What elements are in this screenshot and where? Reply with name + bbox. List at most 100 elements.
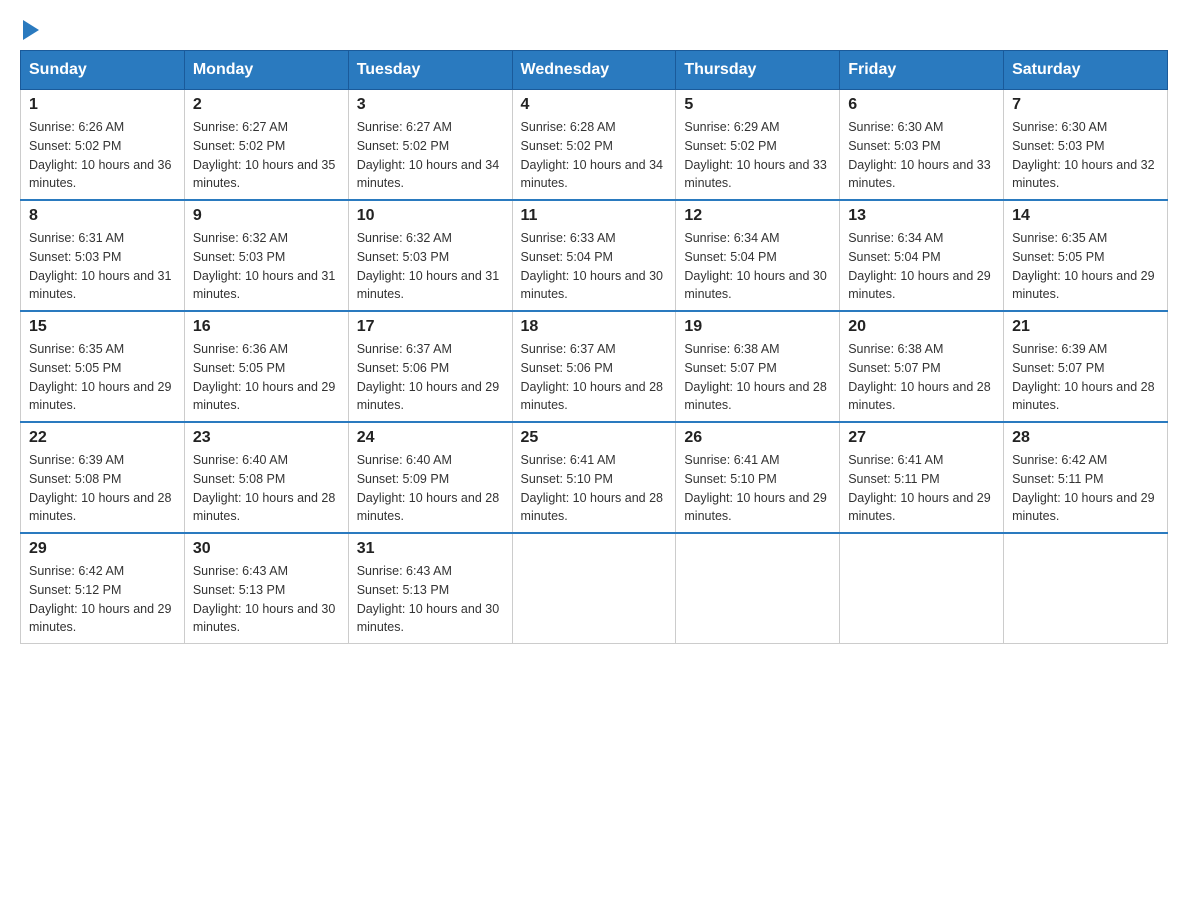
calendar-cell: 2 Sunrise: 6:27 AMSunset: 5:02 PMDaylight… — [184, 90, 348, 201]
day-info: Sunrise: 6:40 AMSunset: 5:08 PMDaylight:… — [193, 451, 340, 526]
calendar-cell: 29 Sunrise: 6:42 AMSunset: 5:12 PMDayligh… — [21, 533, 185, 644]
calendar-cell: 23 Sunrise: 6:40 AMSunset: 5:08 PMDayligh… — [184, 422, 348, 533]
calendar-cell: 26 Sunrise: 6:41 AMSunset: 5:10 PMDayligh… — [676, 422, 840, 533]
day-info: Sunrise: 6:34 AMSunset: 5:04 PMDaylight:… — [684, 229, 831, 304]
day-number: 16 — [193, 318, 340, 336]
calendar-cell: 7 Sunrise: 6:30 AMSunset: 5:03 PMDaylight… — [1004, 90, 1168, 201]
page-header — [20, 20, 1168, 40]
calendar-week-row: 1 Sunrise: 6:26 AMSunset: 5:02 PMDaylight… — [21, 90, 1168, 201]
day-number: 15 — [29, 318, 176, 336]
calendar-cell: 27 Sunrise: 6:41 AMSunset: 5:11 PMDayligh… — [840, 422, 1004, 533]
calendar-cell: 8 Sunrise: 6:31 AMSunset: 5:03 PMDaylight… — [21, 200, 185, 311]
day-number: 14 — [1012, 207, 1159, 225]
day-number: 25 — [521, 429, 668, 447]
calendar-cell: 20 Sunrise: 6:38 AMSunset: 5:07 PMDayligh… — [840, 311, 1004, 422]
calendar-week-row: 8 Sunrise: 6:31 AMSunset: 5:03 PMDaylight… — [21, 200, 1168, 311]
day-number: 6 — [848, 96, 995, 114]
day-info: Sunrise: 6:33 AMSunset: 5:04 PMDaylight:… — [521, 229, 668, 304]
day-number: 10 — [357, 207, 504, 225]
logo-arrow-icon — [23, 20, 39, 40]
day-number: 11 — [521, 207, 668, 225]
calendar-cell: 11 Sunrise: 6:33 AMSunset: 5:04 PMDayligh… — [512, 200, 676, 311]
day-info: Sunrise: 6:32 AMSunset: 5:03 PMDaylight:… — [193, 229, 340, 304]
calendar-day-header: Thursday — [676, 51, 840, 90]
calendar-cell: 18Sunrise: 6:37 AMSunset: 5:06 PMDayligh… — [512, 311, 676, 422]
calendar-cell — [676, 533, 840, 644]
day-info: Sunrise: 6:42 AMSunset: 5:12 PMDaylight:… — [29, 562, 176, 637]
calendar-cell: 21Sunrise: 6:39 AMSunset: 5:07 PMDayligh… — [1004, 311, 1168, 422]
day-number: 4 — [521, 96, 668, 114]
day-info: Sunrise: 6:35 AMSunset: 5:05 PMDaylight:… — [29, 340, 176, 415]
day-number: 29 — [29, 540, 176, 558]
day-info: Sunrise: 6:36 AMSunset: 5:05 PMDaylight:… — [193, 340, 340, 415]
day-info: Sunrise: 6:27 AMSunset: 5:02 PMDaylight:… — [193, 118, 340, 193]
calendar-cell: 19 Sunrise: 6:38 AMSunset: 5:07 PMDayligh… — [676, 311, 840, 422]
day-info: Sunrise: 6:30 AMSunset: 5:03 PMDaylight:… — [1012, 118, 1159, 193]
calendar-cell: 28 Sunrise: 6:42 AMSunset: 5:11 PMDayligh… — [1004, 422, 1168, 533]
day-info: Sunrise: 6:31 AMSunset: 5:03 PMDaylight:… — [29, 229, 176, 304]
calendar-cell: 12 Sunrise: 6:34 AMSunset: 5:04 PMDayligh… — [676, 200, 840, 311]
day-info: Sunrise: 6:26 AMSunset: 5:02 PMDaylight:… — [29, 118, 176, 193]
calendar-week-row: 15 Sunrise: 6:35 AMSunset: 5:05 PMDayligh… — [21, 311, 1168, 422]
day-number: 13 — [848, 207, 995, 225]
day-number: 28 — [1012, 429, 1159, 447]
calendar-cell: 6Sunrise: 6:30 AMSunset: 5:03 PMDaylight… — [840, 90, 1004, 201]
calendar-day-header: Sunday — [21, 51, 185, 90]
calendar-cell: 16 Sunrise: 6:36 AMSunset: 5:05 PMDayligh… — [184, 311, 348, 422]
day-number: 24 — [357, 429, 504, 447]
day-info: Sunrise: 6:42 AMSunset: 5:11 PMDaylight:… — [1012, 451, 1159, 526]
day-info: Sunrise: 6:41 AMSunset: 5:10 PMDaylight:… — [684, 451, 831, 526]
day-info: Sunrise: 6:37 AMSunset: 5:06 PMDaylight:… — [357, 340, 504, 415]
day-info: Sunrise: 6:32 AMSunset: 5:03 PMDaylight:… — [357, 229, 504, 304]
logo — [20, 20, 39, 40]
day-info: Sunrise: 6:41 AMSunset: 5:10 PMDaylight:… — [521, 451, 668, 526]
day-info: Sunrise: 6:39 AMSunset: 5:08 PMDaylight:… — [29, 451, 176, 526]
day-number: 2 — [193, 96, 340, 114]
calendar-cell — [840, 533, 1004, 644]
calendar-cell: 13 Sunrise: 6:34 AMSunset: 5:04 PMDayligh… — [840, 200, 1004, 311]
day-info: Sunrise: 6:43 AMSunset: 5:13 PMDaylight:… — [357, 562, 504, 637]
calendar-cell: 4 Sunrise: 6:28 AMSunset: 5:02 PMDaylight… — [512, 90, 676, 201]
calendar-cell: 9Sunrise: 6:32 AMSunset: 5:03 PMDaylight… — [184, 200, 348, 311]
calendar-cell — [1004, 533, 1168, 644]
day-number: 30 — [193, 540, 340, 558]
day-info: Sunrise: 6:41 AMSunset: 5:11 PMDaylight:… — [848, 451, 995, 526]
day-number: 22 — [29, 429, 176, 447]
day-info: Sunrise: 6:27 AMSunset: 5:02 PMDaylight:… — [357, 118, 504, 193]
day-info: Sunrise: 6:39 AMSunset: 5:07 PMDaylight:… — [1012, 340, 1159, 415]
day-info: Sunrise: 6:38 AMSunset: 5:07 PMDaylight:… — [684, 340, 831, 415]
calendar-week-row: 29 Sunrise: 6:42 AMSunset: 5:12 PMDayligh… — [21, 533, 1168, 644]
calendar-cell: 31 Sunrise: 6:43 AMSunset: 5:13 PMDayligh… — [348, 533, 512, 644]
calendar-cell: 30Sunrise: 6:43 AMSunset: 5:13 PMDayligh… — [184, 533, 348, 644]
calendar-header-row: SundayMondayTuesdayWednesdayThursdayFrid… — [21, 51, 1168, 90]
day-info: Sunrise: 6:29 AMSunset: 5:02 PMDaylight:… — [684, 118, 831, 193]
day-number: 31 — [357, 540, 504, 558]
day-info: Sunrise: 6:28 AMSunset: 5:02 PMDaylight:… — [521, 118, 668, 193]
calendar-day-header: Monday — [184, 51, 348, 90]
day-number: 23 — [193, 429, 340, 447]
calendar-cell: 1 Sunrise: 6:26 AMSunset: 5:02 PMDaylight… — [21, 90, 185, 201]
day-number: 27 — [848, 429, 995, 447]
calendar-table: SundayMondayTuesdayWednesdayThursdayFrid… — [20, 50, 1168, 644]
calendar-day-header: Friday — [840, 51, 1004, 90]
calendar-cell: 25 Sunrise: 6:41 AMSunset: 5:10 PMDayligh… — [512, 422, 676, 533]
day-number: 8 — [29, 207, 176, 225]
day-info: Sunrise: 6:34 AMSunset: 5:04 PMDaylight:… — [848, 229, 995, 304]
day-number: 26 — [684, 429, 831, 447]
day-number: 3 — [357, 96, 504, 114]
day-number: 7 — [1012, 96, 1159, 114]
day-number: 12 — [684, 207, 831, 225]
calendar-cell: 5Sunrise: 6:29 AMSunset: 5:02 PMDaylight… — [676, 90, 840, 201]
calendar-week-row: 22 Sunrise: 6:39 AMSunset: 5:08 PMDayligh… — [21, 422, 1168, 533]
day-info: Sunrise: 6:37 AMSunset: 5:06 PMDaylight:… — [521, 340, 668, 415]
day-number: 17 — [357, 318, 504, 336]
calendar-cell: 22 Sunrise: 6:39 AMSunset: 5:08 PMDayligh… — [21, 422, 185, 533]
calendar-cell — [512, 533, 676, 644]
day-number: 1 — [29, 96, 176, 114]
day-number: 20 — [848, 318, 995, 336]
day-number: 19 — [684, 318, 831, 336]
calendar-cell: 14Sunrise: 6:35 AMSunset: 5:05 PMDayligh… — [1004, 200, 1168, 311]
day-info: Sunrise: 6:38 AMSunset: 5:07 PMDaylight:… — [848, 340, 995, 415]
calendar-cell: 10 Sunrise: 6:32 AMSunset: 5:03 PMDayligh… — [348, 200, 512, 311]
calendar-cell: 3 Sunrise: 6:27 AMSunset: 5:02 PMDaylight… — [348, 90, 512, 201]
